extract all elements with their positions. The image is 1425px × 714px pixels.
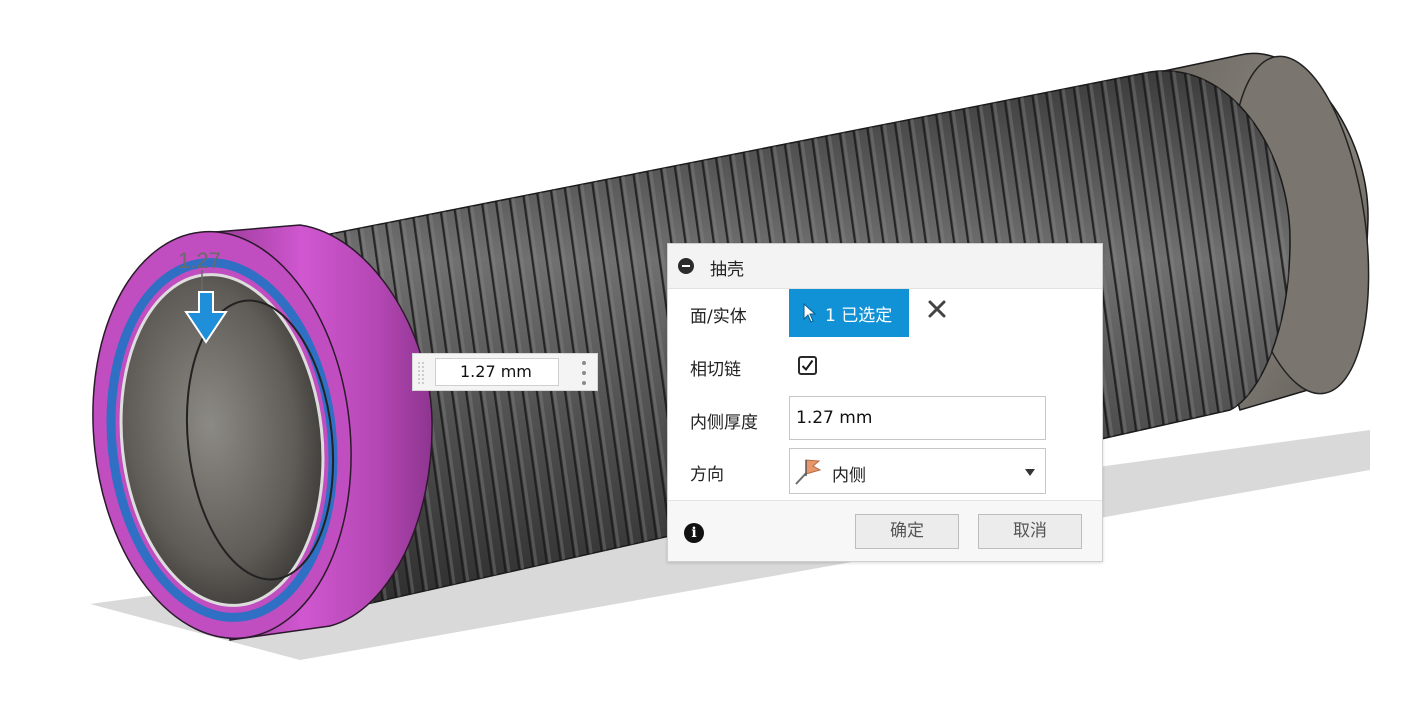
kebab-icon[interactable] — [581, 361, 587, 385]
floating-thickness-input[interactable]: 1.27 mm — [412, 353, 598, 391]
info-icon[interactable]: i — [684, 523, 704, 543]
minus-circle-icon[interactable] — [678, 258, 694, 274]
face-selection-button[interactable]: 1 已选定 — [789, 289, 909, 337]
dialog-header[interactable]: 抽壳 — [668, 244, 1102, 289]
faces-label: 面/实体 — [690, 307, 747, 327]
tangent-chain-label: 相切链 — [690, 360, 741, 380]
dialog-title: 抽壳 — [710, 260, 744, 280]
floating-value-field[interactable]: 1.27 mm — [435, 358, 559, 386]
cursor-arrow-icon — [803, 303, 817, 323]
inside-thickness-field[interactable]: 1.27 mm — [789, 396, 1046, 440]
selection-count-text: 1 已选定 — [825, 305, 893, 326]
direction-dropdown[interactable]: 内侧 — [789, 448, 1046, 494]
direction-value: 内侧 — [832, 466, 866, 486]
cancel-button[interactable]: 取消 — [978, 514, 1082, 549]
inside-thickness-label: 内侧厚度 — [690, 413, 758, 433]
direction-label: 方向 — [690, 465, 724, 485]
close-icon[interactable] — [926, 298, 948, 320]
checkmark-icon — [801, 359, 814, 372]
ok-button[interactable]: 确定 — [855, 514, 959, 549]
shell-dialog: 抽壳 面/实体 1 已选定 相切链 内侧厚度 1.27 mm 方向 内侧 i 确… — [667, 243, 1103, 562]
drag-grip-icon[interactable] — [417, 361, 425, 385]
flag-direction-icon — [795, 459, 822, 485]
tangent-chain-checkbox[interactable] — [798, 356, 817, 375]
dimension-label: 1.27 — [178, 248, 221, 273]
chevron-down-icon — [1025, 469, 1035, 476]
